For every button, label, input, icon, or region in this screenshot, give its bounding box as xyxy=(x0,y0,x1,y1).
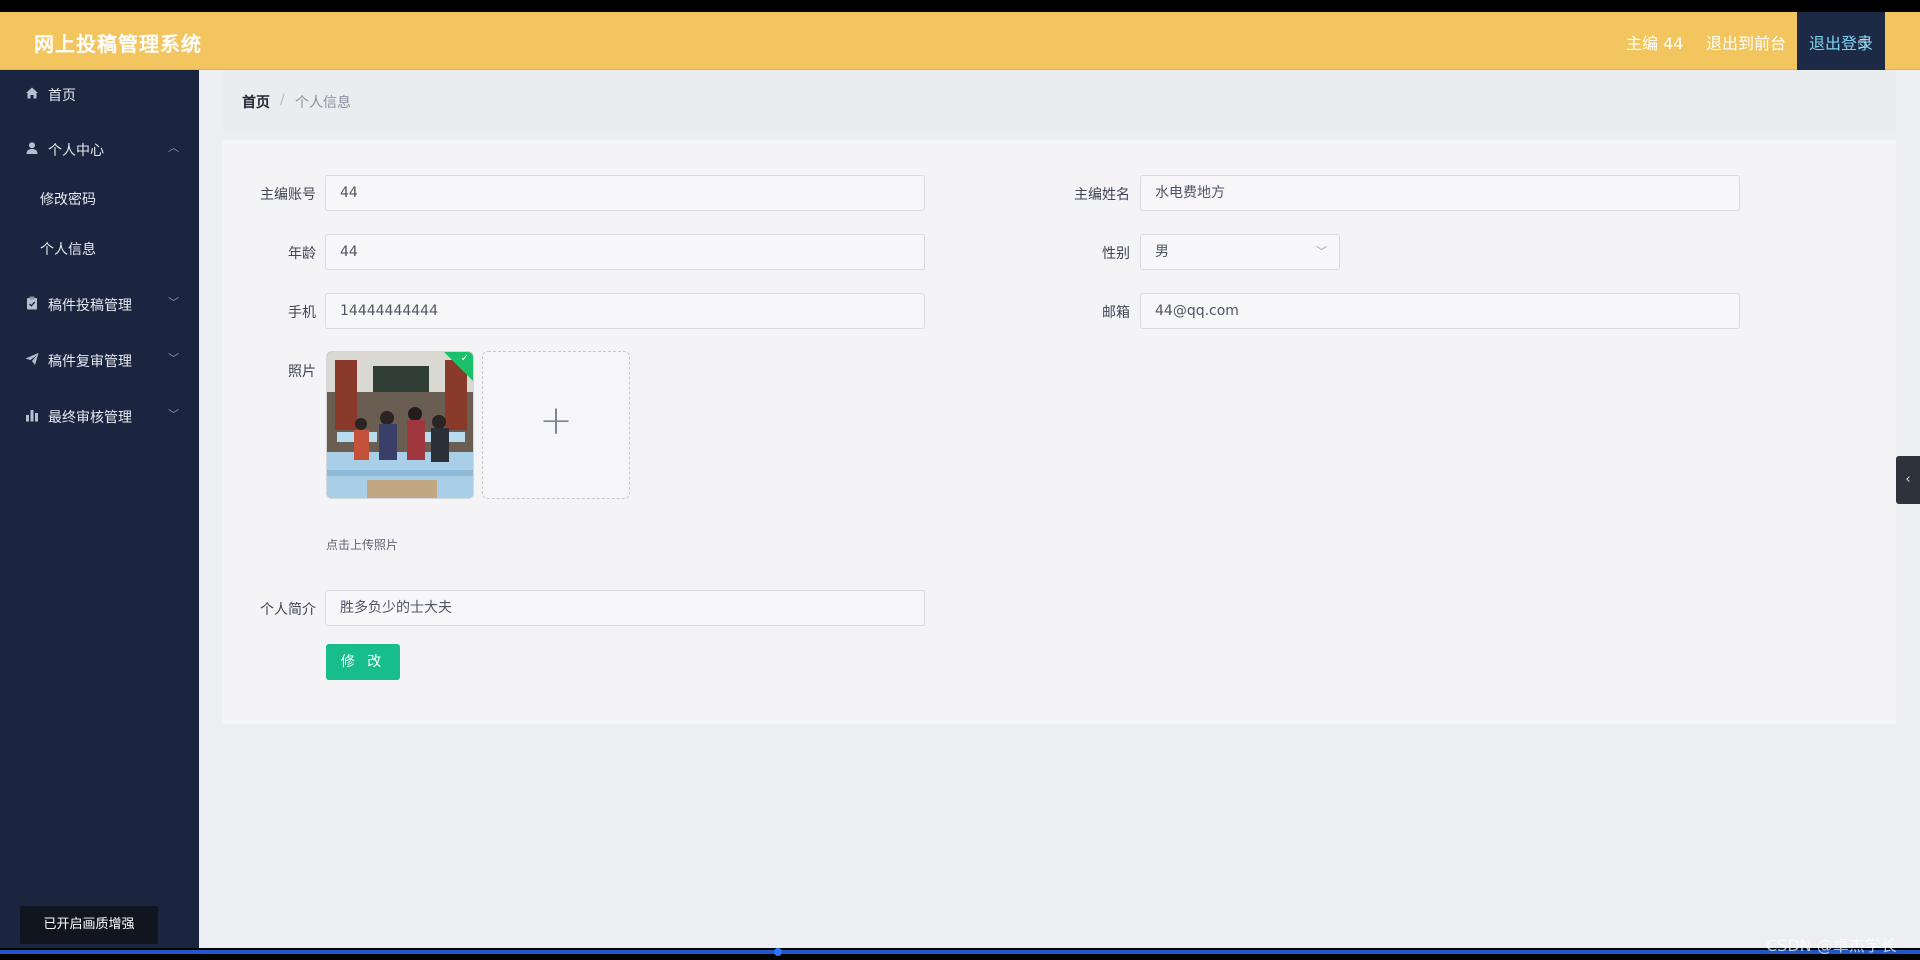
logout-button[interactable]: 退出登录 ☝ xyxy=(1797,12,1885,70)
user-icon xyxy=(24,141,40,157)
bar-chart-icon xyxy=(24,408,40,424)
sidebar-item-label: 稿件复审管理 xyxy=(48,354,132,370)
chevron-down-icon: ﹀ xyxy=(1316,245,1327,258)
sidebar: 首页 个人中心 ︿ 修改密码 个人信息 稿件投稿管理 ﹀ 稿件复审管理 ﹀ 最终… xyxy=(0,70,199,948)
account-label: 主编账号 xyxy=(260,187,316,203)
phone-input[interactable]: 14444444444 xyxy=(325,293,925,329)
plus-icon: + xyxy=(539,398,573,444)
uploaded-photo[interactable]: ✓ xyxy=(326,351,474,499)
sidebar-item-change-password[interactable]: 修改密码 xyxy=(0,180,199,216)
breadcrumb-current: 个人信息 xyxy=(295,95,351,111)
sidebar-item-label: 修改密码 xyxy=(40,192,96,208)
submit-button[interactable]: 修 改 xyxy=(326,644,400,680)
photo-label: 照片 xyxy=(288,364,316,380)
gender-label: 性别 xyxy=(1102,246,1130,262)
breadcrumb: 首页 / 个人信息 xyxy=(222,70,1896,132)
exit-to-frontend-link[interactable]: 退出到前台 xyxy=(1706,30,1786,54)
bio-input[interactable]: 胜多负少的士大夫 xyxy=(325,590,925,626)
app-window: 网上投稿管理系统 主编 44 退出到前台 退出登录 ☝ 首页 个人中心 ︿ 修改… xyxy=(0,12,1920,948)
personal-info-form: 主编账号 44 主编姓名 水电费地方 年龄 44 性别 男 ﹀ 手机 14444… xyxy=(222,140,1896,724)
name-input[interactable]: 水电费地方 xyxy=(1140,175,1740,211)
sidebar-item-label: 首页 xyxy=(48,88,76,104)
quality-enhance-badge: 已开启画质增强 xyxy=(20,906,158,944)
sidebar-item-review-management[interactable]: 稿件复审管理 ﹀ xyxy=(0,340,199,380)
video-progress-bar[interactable] xyxy=(0,948,1920,960)
chevron-left-icon: ‹ xyxy=(1905,472,1911,487)
sidebar-item-label: 稿件投稿管理 xyxy=(48,298,132,314)
chevron-down-icon: ﹀ xyxy=(168,352,179,365)
gender-select[interactable]: 男 ﹀ xyxy=(1140,234,1340,270)
classroom-photo-image xyxy=(327,352,473,498)
photo-upload-button[interactable]: + xyxy=(482,351,630,499)
chevron-down-icon: ﹀ xyxy=(168,408,179,421)
check-icon: ✓ xyxy=(460,353,469,364)
sidebar-item-home[interactable]: 首页 xyxy=(0,74,199,114)
email-label: 邮箱 xyxy=(1102,305,1130,321)
paper-plane-icon xyxy=(24,352,40,368)
account-input[interactable]: 44 xyxy=(325,175,925,211)
name-label: 主编姓名 xyxy=(1074,187,1130,203)
phone-label: 手机 xyxy=(288,305,316,321)
clipboard-icon xyxy=(24,296,40,312)
gender-select-value: 男 xyxy=(1155,244,1169,260)
age-label: 年龄 xyxy=(288,246,316,262)
sidebar-item-final-review[interactable]: 最终审核管理 ﹀ xyxy=(0,396,199,436)
current-user-label: 主编 44 xyxy=(1626,34,1684,53)
age-input[interactable]: 44 xyxy=(325,234,925,270)
side-panel-toggle[interactable]: ‹ xyxy=(1896,456,1920,504)
top-header: 网上投稿管理系统 主编 44 退出到前台 退出登录 ☝ xyxy=(0,12,1920,70)
chevron-down-icon: ﹀ xyxy=(168,296,179,309)
app-title: 网上投稿管理系统 xyxy=(34,32,202,56)
breadcrumb-separator: / xyxy=(280,92,285,108)
sidebar-item-label: 最终审核管理 xyxy=(48,410,132,426)
home-icon xyxy=(24,86,40,102)
hand-cursor-icon: ☝ xyxy=(1857,32,1868,53)
progress-track xyxy=(0,950,1920,954)
email-input[interactable]: 44@qq.com xyxy=(1140,293,1740,329)
upload-hint: 点击上传照片 xyxy=(326,538,399,552)
progress-thumb[interactable] xyxy=(774,948,782,956)
sidebar-item-label: 个人中心 xyxy=(48,143,104,159)
breadcrumb-home-link[interactable]: 首页 xyxy=(242,92,270,112)
sidebar-item-personal-center[interactable]: 个人中心 ︿ xyxy=(0,129,199,169)
sidebar-item-personal-info[interactable]: 个人信息 xyxy=(0,230,199,266)
watermark: CSDN @卓杰学长 xyxy=(1766,936,1897,955)
bio-label: 个人简介 xyxy=(260,602,316,618)
sidebar-item-submission-management[interactable]: 稿件投稿管理 ﹀ xyxy=(0,284,199,324)
sidebar-item-label: 个人信息 xyxy=(40,242,96,258)
chevron-up-icon: ︿ xyxy=(168,141,179,154)
